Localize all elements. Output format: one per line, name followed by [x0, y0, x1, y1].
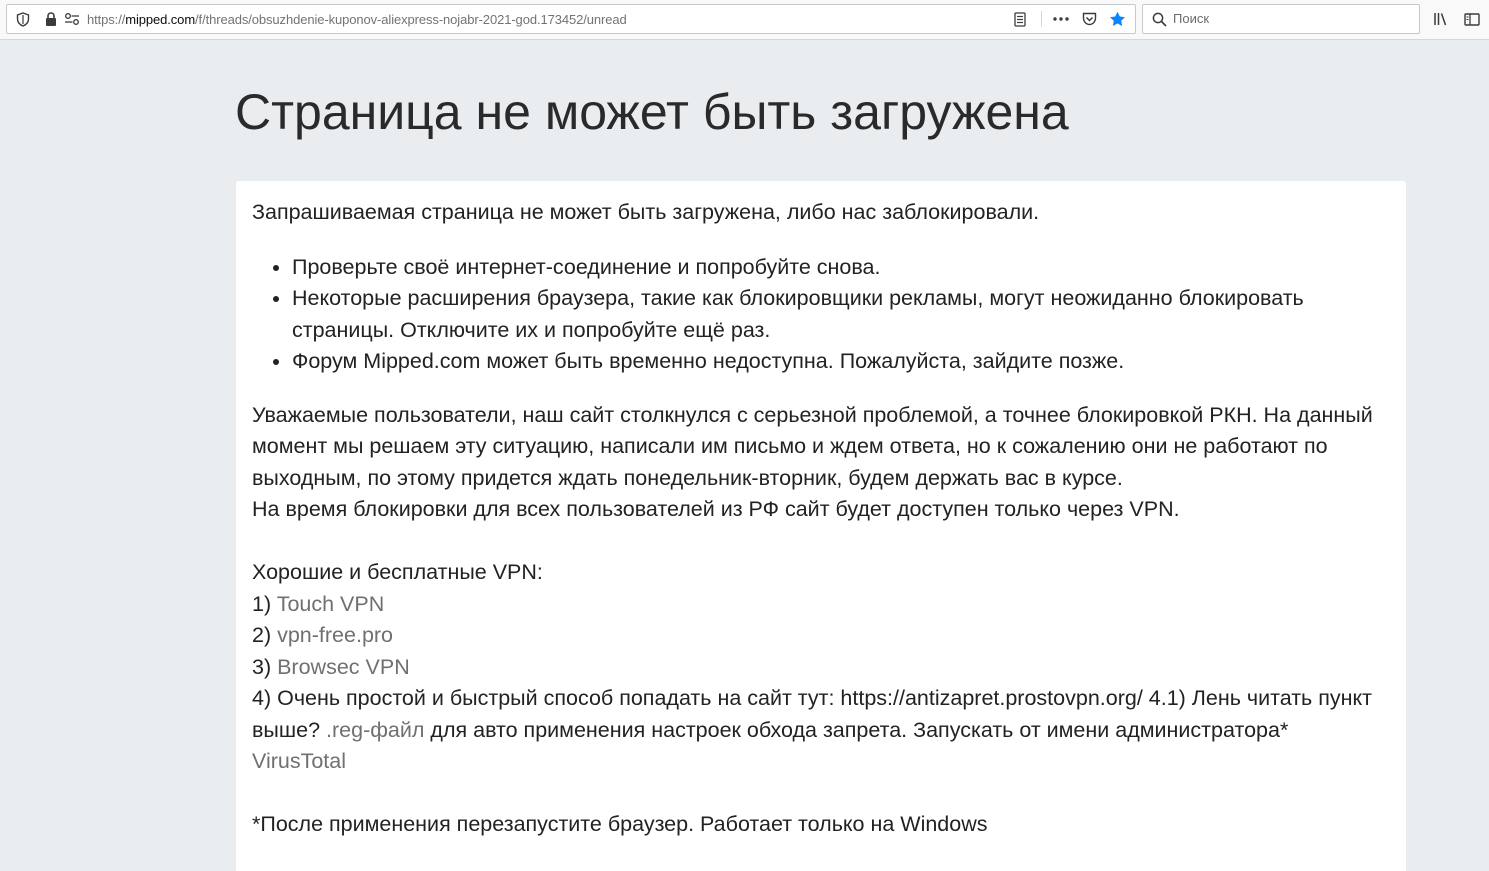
intro-text: Запрашиваемая страница не может быть заг…: [252, 200, 1040, 224]
vpn-item-4: 4) Очень простой и быстрый способ попада…: [252, 683, 1382, 778]
vpn-item: 1) Touch VPN: [252, 589, 1382, 621]
browsec-vpn-link[interactable]: Browsec VPN: [277, 655, 410, 679]
touch-vpn-link[interactable]: Touch VPN: [277, 592, 385, 616]
reg-file-link[interactable]: .reg-файл: [326, 718, 424, 742]
browser-toolbar: https://mipped.com/f/threads/obsuzhdenie…: [0, 0, 1489, 40]
search-placeholder: Поиск: [1173, 11, 1210, 26]
vpn-item: 2) vpn-free.pro: [252, 620, 1382, 652]
lock-icon[interactable]: [43, 11, 59, 27]
page-title: Страница не может быть загружена: [235, 84, 1069, 140]
search-icon: [1151, 11, 1167, 27]
search-bar[interactable]: Поиск: [1142, 4, 1420, 34]
url-prefix: https://: [87, 12, 126, 27]
item4-text-2: для авто применения настроек обхода запр…: [424, 717, 1289, 742]
reader-view-icon[interactable]: [1012, 11, 1028, 27]
address-bar[interactable]: https://mipped.com/f/threads/obsuzhdenie…: [6, 4, 1136, 34]
list-item: Форум Mipped.com может быть временно нед…: [292, 346, 1382, 378]
separator: [1041, 11, 1042, 27]
library-icon[interactable]: [1432, 11, 1450, 27]
permissions-icon[interactable]: [63, 11, 81, 27]
vpn-item-number: 2): [252, 623, 278, 647]
more-actions-icon[interactable]: [1052, 11, 1070, 27]
bookmark-star-icon[interactable]: [1107, 10, 1127, 28]
vpn-heading: Хорошие и бесплатные VPN:: [252, 560, 543, 584]
virustotal-link[interactable]: VirusTotal: [252, 749, 346, 773]
url-domain: mipped.com: [125, 12, 196, 27]
url-text[interactable]: https://mipped.com/f/threads/obsuzhdenie…: [87, 5, 627, 33]
url-path: /f/threads/obsuzhdenie-kuponov-aliexpres…: [195, 12, 627, 27]
pocket-icon[interactable]: [1080, 11, 1098, 27]
error-body: Запрашиваемая страница не может быть заг…: [252, 197, 1382, 841]
suggestions-list: Проверьте своё интернет-соединение и поп…: [252, 252, 1382, 378]
footnote-text: *После применения перезапустите браузер.…: [252, 812, 988, 836]
notice-text: Уважаемые пользователи, наш сайт столкну…: [252, 402, 1373, 490]
list-item: Проверьте своё интернет-соединение и поп…: [292, 252, 1382, 284]
list-item: Некоторые расширения браузера, такие как…: [292, 283, 1382, 346]
vpn-item-number: 3): [252, 654, 278, 679]
vpn-free-pro-link[interactable]: vpn-free.pro: [277, 623, 393, 647]
notice-vpn-text: На время блокировки для всех пользовател…: [252, 497, 1180, 521]
vpn-item: 3) Browsec VPN: [252, 652, 1382, 684]
shield-icon[interactable]: [15, 11, 31, 27]
error-card: Запрашиваемая страница не может быть заг…: [236, 181, 1406, 871]
vpn-item-number: 1): [252, 591, 277, 616]
sidebar-icon[interactable]: [1463, 11, 1481, 27]
